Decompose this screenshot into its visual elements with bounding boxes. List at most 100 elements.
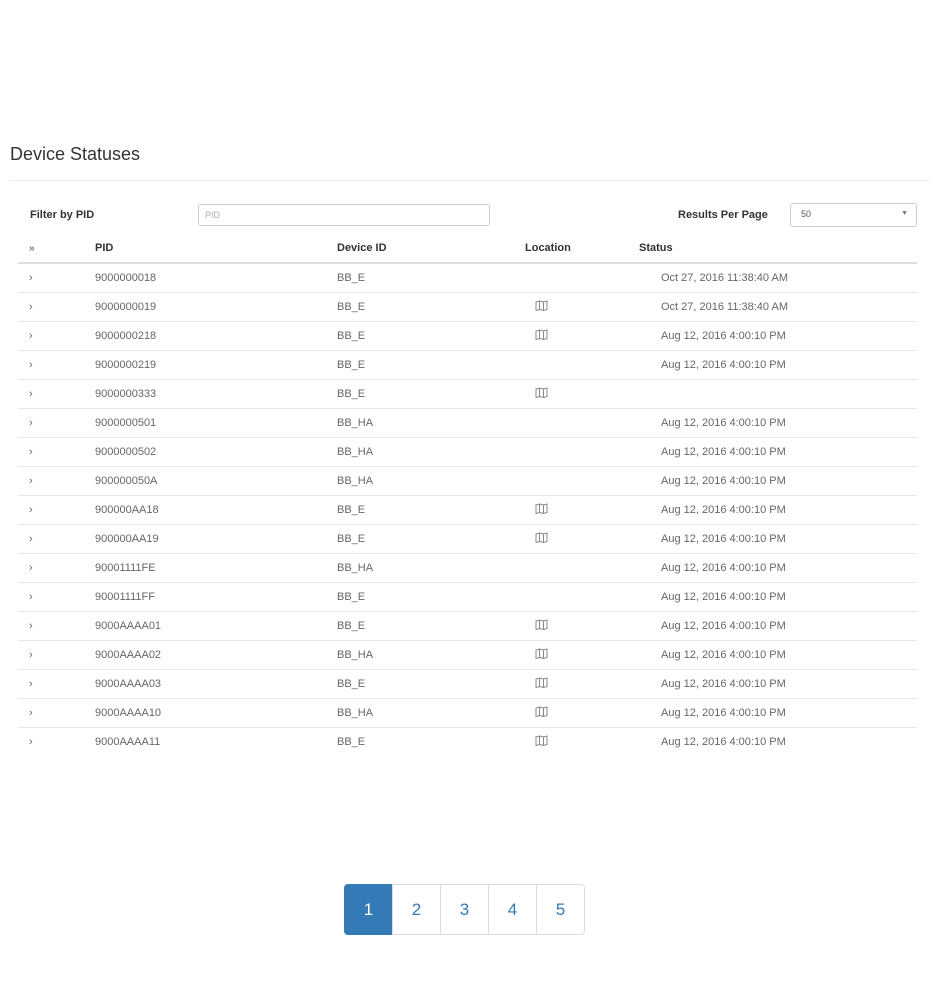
location-cell [525,495,639,525]
location-cell [525,524,639,554]
table-row[interactable]: › 9000AAAA11 BB_E Aug 12, 2016 4:00:10 PM [18,727,917,756]
page-title: Device Statuses [10,144,141,164]
location-cell [525,379,639,409]
map-icon[interactable] [535,532,548,546]
status-cell: Aug 12, 2016 4:00:10 PM [639,553,917,583]
pid-cell: 9000000218 [95,321,337,351]
table-row[interactable]: › 90001111FE BB_HA Aug 12, 2016 4:00:10 PM [18,553,917,583]
device-id-cell: BB_E [337,611,525,641]
status-cell: Oct 27, 2016 11:38:40 AM [639,262,917,293]
device-id-cell: BB_E [337,321,525,351]
location-cell [525,553,639,583]
device-id-cell: BB_E [337,582,525,612]
expand-row-chevron[interactable]: › [18,262,95,293]
expand-row-chevron[interactable]: › [18,495,95,525]
pid-cell: 9000AAAA10 [95,698,337,728]
column-header-device-id[interactable]: Device ID [337,233,525,264]
expand-row-chevron[interactable]: › [18,350,95,380]
expand-row-chevron[interactable]: › [18,524,95,554]
device-id-cell: BB_HA [337,698,525,728]
status-cell: Aug 12, 2016 4:00:10 PM [639,669,917,699]
table-row[interactable]: › 900000050A BB_HA Aug 12, 2016 4:00:10 PM [18,466,917,496]
table-row[interactable]: › 9000000219 BB_E Aug 12, 2016 4:00:10 PM [18,350,917,380]
pid-cell: 900000050A [95,466,337,496]
device-id-cell: BB_HA [337,408,525,438]
expand-row-chevron[interactable]: › [18,321,95,351]
device-id-cell: BB_E [337,495,525,525]
results-per-page-label: Results Per Page [678,209,768,221]
device-id-cell: BB_E [337,292,525,322]
device-id-cell: BB_HA [337,640,525,670]
map-icon[interactable] [535,677,548,691]
pid-cell: 9000000219 [95,350,337,380]
table-row[interactable]: › 9000000333 BB_E [18,379,917,409]
table-row[interactable]: › 9000AAAA02 BB_HA Aug 12, 2016 4:00:10 PM [18,640,917,670]
map-icon[interactable] [535,300,548,314]
pid-cell: 9000000019 [95,292,337,322]
device-id-cell: BB_E [337,669,525,699]
page-button-5[interactable]: 5 [536,884,585,935]
status-cell: Aug 12, 2016 4:00:10 PM [639,611,917,641]
column-header-location[interactable]: Location [525,233,639,264]
expand-row-chevron[interactable]: › [18,727,95,756]
expand-row-chevron[interactable]: › [18,553,95,583]
expand-row-chevron[interactable]: › [18,640,95,670]
status-cell: Aug 12, 2016 4:00:10 PM [639,582,917,612]
results-per-page-value: 50 [801,209,812,219]
table-row[interactable]: › 9000000019 BB_E Oct 27, 2016 11:38:40 AM [18,292,917,322]
page-button-3[interactable]: 3 [440,884,489,935]
expand-all-header[interactable]: » [18,233,95,264]
table-row[interactable]: › 9000AAAA01 BB_E Aug 12, 2016 4:00:10 PM [18,611,917,641]
expand-row-chevron[interactable]: › [18,669,95,699]
expand-row-chevron[interactable]: › [18,292,95,322]
expand-row-chevron[interactable]: › [18,582,95,612]
page-button-1[interactable]: 1 [344,884,393,935]
page-button-4[interactable]: 4 [488,884,537,935]
expand-row-chevron[interactable]: › [18,437,95,467]
device-id-cell: BB_HA [337,437,525,467]
page-button-2[interactable]: 2 [392,884,441,935]
expand-row-chevron[interactable]: › [18,408,95,438]
pid-filter-input[interactable] [198,204,490,226]
map-icon[interactable] [535,735,548,749]
table-row[interactable]: › 900000AA19 BB_E Aug 12, 2016 4:00:10 PM [18,524,917,554]
map-icon[interactable] [535,706,548,720]
map-icon[interactable] [535,503,548,517]
map-icon[interactable] [535,329,548,343]
table-row[interactable]: › 9000AAAA10 BB_HA Aug 12, 2016 4:00:10 PM [18,698,917,728]
location-cell [525,582,639,612]
location-cell [525,669,639,699]
location-cell [525,321,639,351]
device-id-cell: BB_E [337,524,525,554]
table-row[interactable]: › 9000000501 BB_HA Aug 12, 2016 4:00:10 PM [18,408,917,438]
status-cell: Aug 12, 2016 4:00:10 PM [639,408,917,438]
table-row[interactable]: › 9000000502 BB_HA Aug 12, 2016 4:00:10 PM [18,437,917,467]
column-header-pid[interactable]: PID [95,233,337,264]
pagination: 12345 [344,884,585,935]
expand-row-chevron[interactable]: › [18,466,95,496]
results-per-page-select[interactable]: 50 ▼ [790,203,917,227]
location-cell [525,408,639,438]
device-id-cell: BB_HA [337,553,525,583]
expand-row-chevron[interactable]: › [18,698,95,728]
table-row[interactable]: › 900000AA18 BB_E Aug 12, 2016 4:00:10 PM [18,495,917,525]
device-id-cell: BB_E [337,727,525,756]
location-cell [525,350,639,380]
table-row[interactable]: › 90001111FF BB_E Aug 12, 2016 4:00:10 PM [18,582,917,612]
expand-row-chevron[interactable]: › [18,379,95,409]
status-cell: Aug 12, 2016 4:00:10 PM [639,495,917,525]
map-icon[interactable] [535,648,548,662]
column-header-status[interactable]: Status [639,233,917,264]
pid-cell: 900000AA18 [95,495,337,525]
table-row[interactable]: › 9000000218 BB_E Aug 12, 2016 4:00:10 PM [18,321,917,351]
status-cell: Aug 12, 2016 4:00:10 PM [639,466,917,496]
table-row[interactable]: › 9000000018 BB_E Oct 27, 2016 11:38:40 AM [18,262,917,293]
caret-down-icon: ▼ [901,210,908,217]
status-cell: Oct 27, 2016 11:38:40 AM [639,292,917,322]
table-row[interactable]: › 9000AAAA03 BB_E Aug 12, 2016 4:00:10 PM [18,669,917,699]
expand-row-chevron[interactable]: › [18,611,95,641]
pid-cell: 9000000018 [95,262,337,293]
map-icon[interactable] [535,387,548,401]
status-cell: Aug 12, 2016 4:00:10 PM [639,698,917,728]
map-icon[interactable] [535,619,548,633]
